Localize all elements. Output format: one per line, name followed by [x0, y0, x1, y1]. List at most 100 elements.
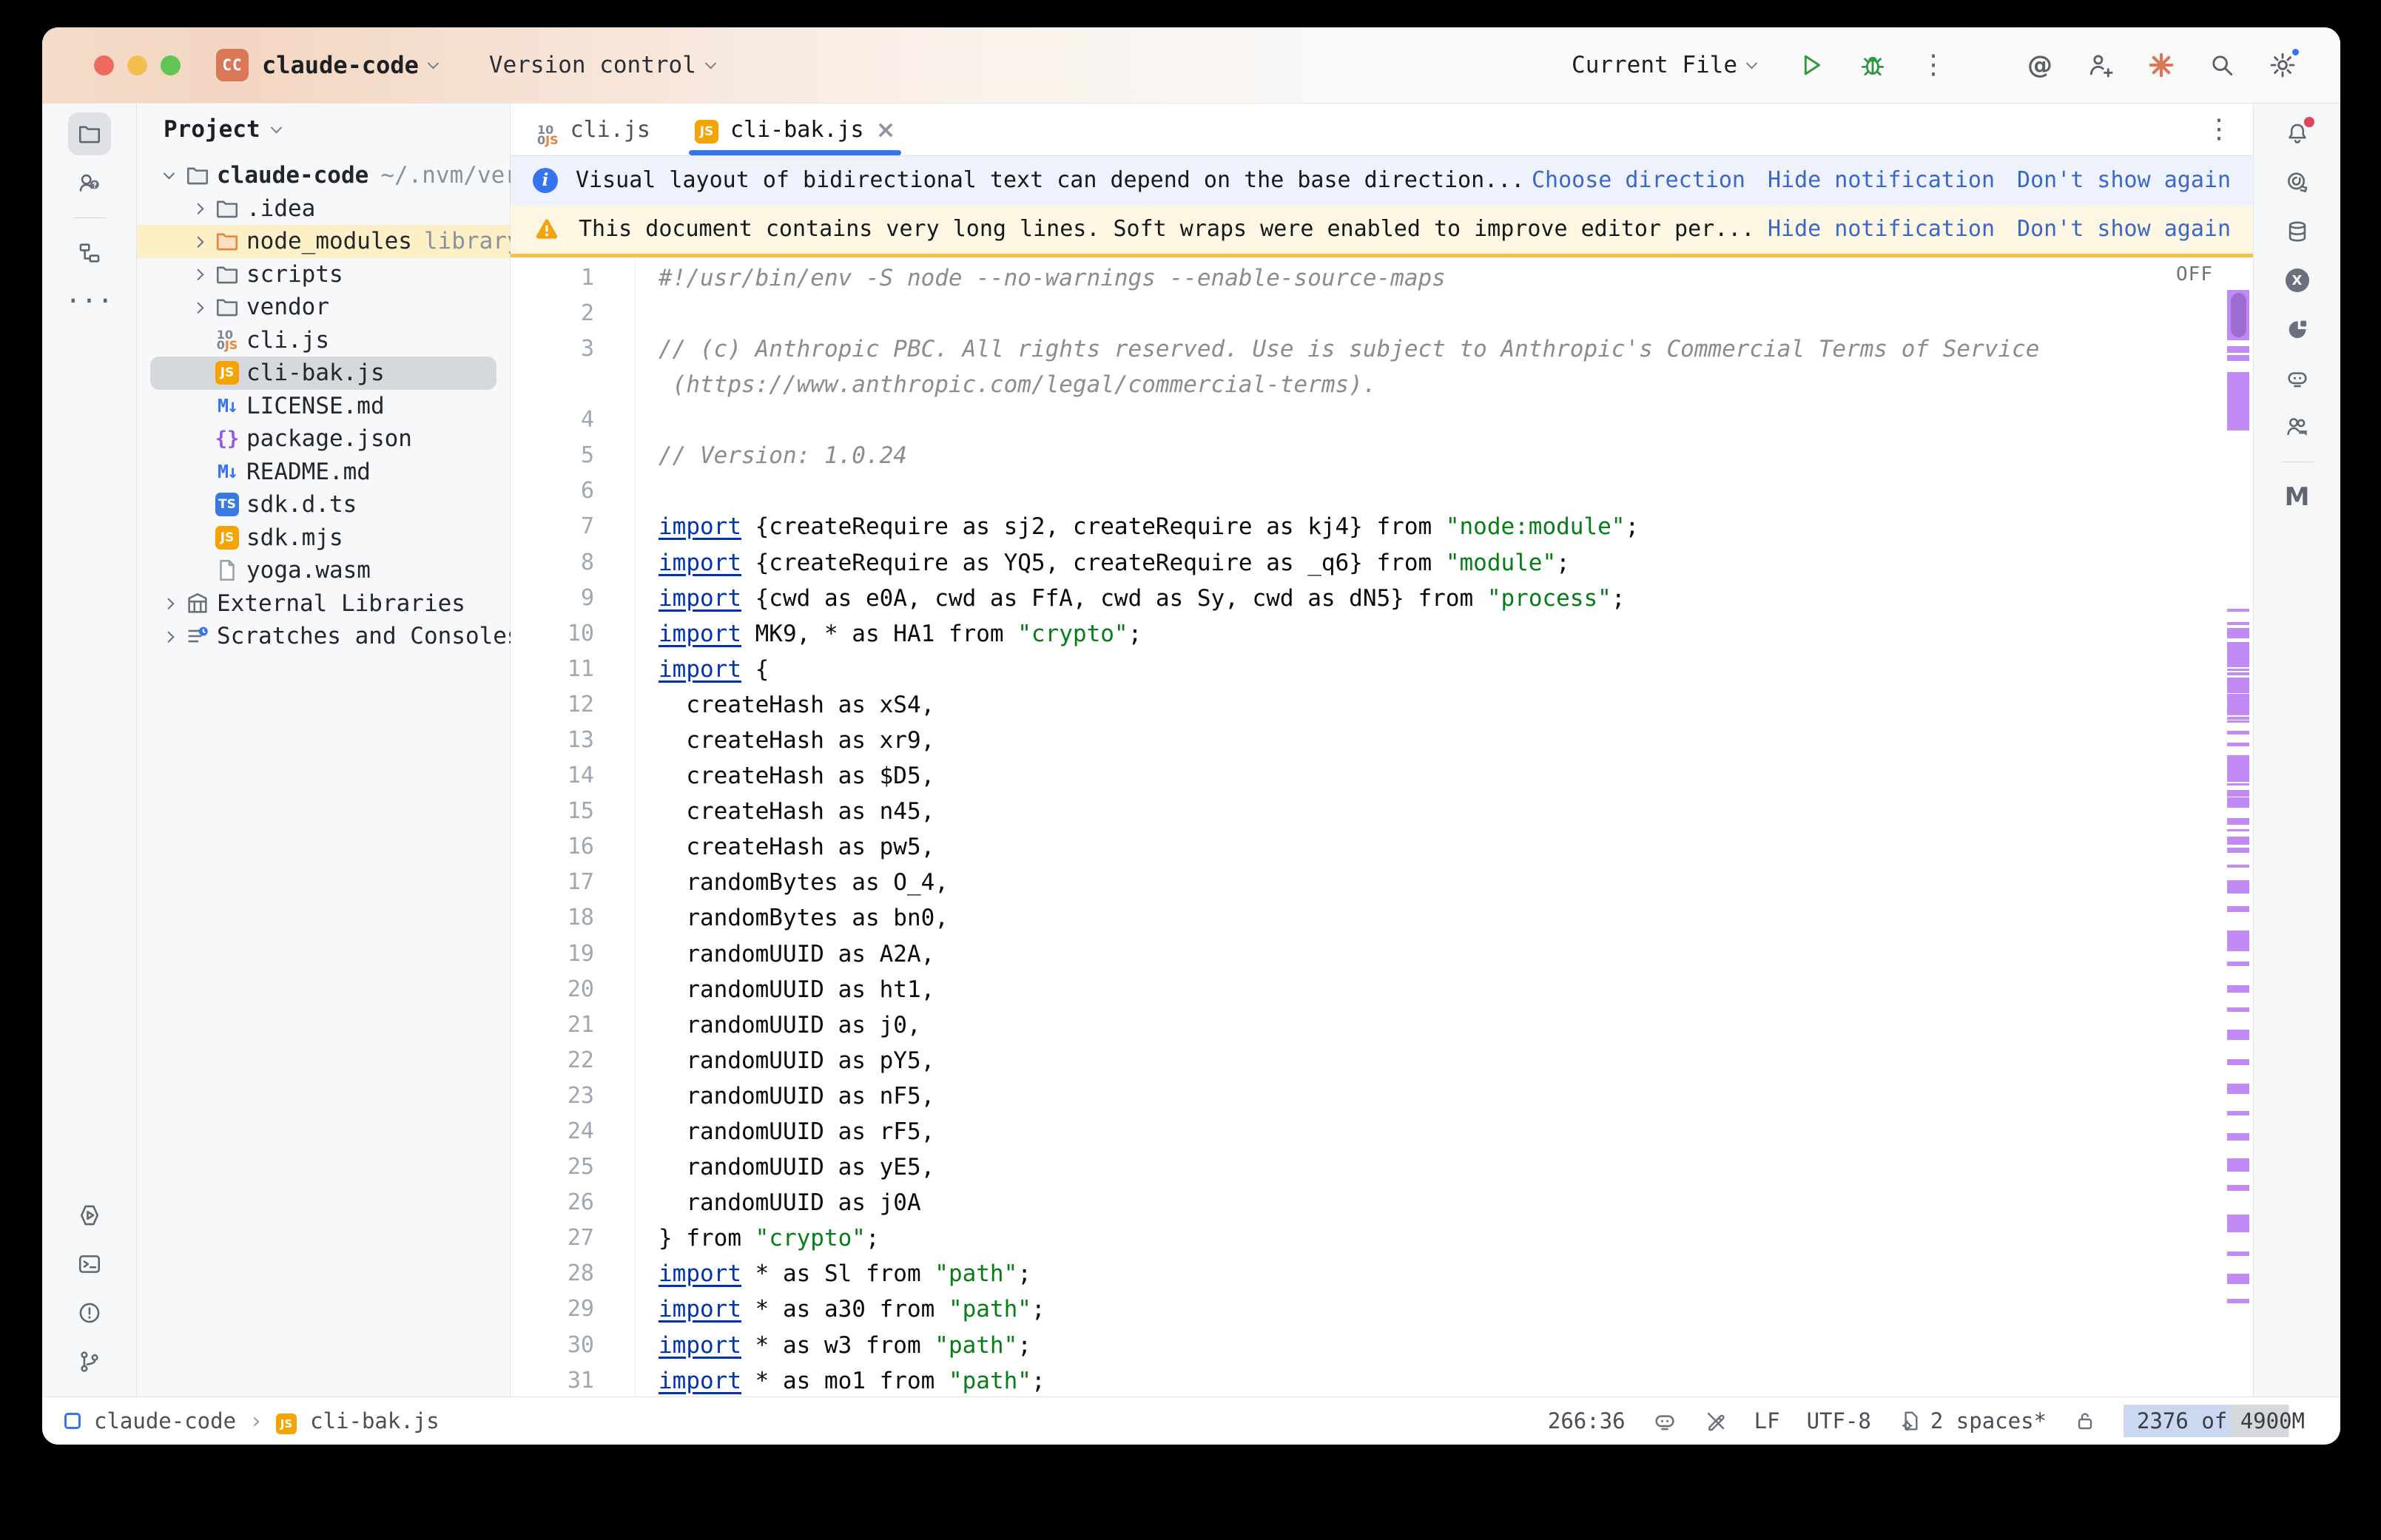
- run-button[interactable]: [1791, 44, 1833, 86]
- tree-item-scripts[interactable]: scripts: [137, 258, 510, 291]
- close-window-button[interactable]: [94, 55, 114, 75]
- tree-item-claude-code[interactable]: claude-code~/.nvm/vers: [137, 159, 510, 192]
- code-line-6[interactable]: 6: [511, 473, 2253, 509]
- caret-position[interactable]: 266:36: [1548, 1408, 1626, 1433]
- highlighting-off-icon[interactable]: [1704, 1409, 1728, 1433]
- tree-item-External Libraries[interactable]: External Libraries: [137, 587, 510, 621]
- code-line-13[interactable]: 13 createHash as xr9,: [511, 723, 2253, 758]
- zoom-window-button[interactable]: [161, 55, 181, 75]
- code-line-1[interactable]: 1#!/usr/bin/env -S node --no-warnings --…: [511, 260, 2253, 296]
- tree-item-README.md[interactable]: M↓README.md: [137, 456, 510, 489]
- tabs-more-button[interactable]: ⋮: [2206, 116, 2232, 143]
- tree-item-Scratches and Consoles[interactable]: Scratches and Consoles: [137, 620, 510, 653]
- chevron-right-icon[interactable]: [186, 270, 211, 278]
- code-line-5[interactable]: 5// Version: 1.0.24: [511, 438, 2253, 473]
- tree-item-node_modules[interactable]: node_moduleslibrary: [137, 225, 510, 258]
- project-tool-header[interactable]: Project: [137, 104, 510, 155]
- code-line-26[interactable]: 26 randomUUID as j0A: [511, 1185, 2253, 1220]
- run-tool-button[interactable]: [68, 1194, 111, 1237]
- code-line-10[interactable]: 10import MK9, * as HA1 from "crypto";: [511, 616, 2253, 652]
- dont-show-again-link[interactable]: Don't show again: [2017, 167, 2231, 193]
- more-tool-windows-tool-button[interactable]: ···: [68, 280, 111, 323]
- settings-button[interactable]: [2262, 44, 2303, 86]
- more-actions-button[interactable]: ⋮: [1913, 44, 1954, 86]
- problems-tool-button[interactable]: [68, 1291, 111, 1334]
- github-copilot-tool-button[interactable]: [2276, 357, 2319, 399]
- code-line-29[interactable]: 29import * as a30 from "path";: [511, 1291, 2253, 1327]
- ai-assistant-tool-button[interactable]: [2276, 161, 2319, 204]
- code-line-17[interactable]: 17 randomBytes as O_4,: [511, 865, 2253, 900]
- chevron-right-icon[interactable]: [156, 632, 181, 641]
- choose-direction-link[interactable]: Choose direction: [1532, 167, 1745, 193]
- code-with-me-button[interactable]: [2080, 44, 2121, 86]
- notifications-tool-button[interactable]: [2276, 112, 2319, 155]
- code-line-8[interactable]: 8import {createRequire as YQ5, createReq…: [511, 545, 2253, 581]
- tree-item-sdk.d.ts[interactable]: TSsdk.d.ts: [137, 488, 510, 521]
- code-line-14[interactable]: 14 createHash as $D5,: [511, 758, 2253, 794]
- vcs-menu[interactable]: Version control: [489, 52, 715, 78]
- copilot-status-icon[interactable]: [1652, 1408, 1677, 1433]
- hide-notification-link[interactable]: Hide notification: [1768, 167, 1995, 193]
- tree-item-package.json[interactable]: {}package.json: [137, 422, 510, 456]
- structure-tool-button[interactable]: [68, 232, 111, 274]
- scrollbar-thumb[interactable]: [2231, 293, 2246, 337]
- code-line-23[interactable]: 23 randomUUID as nF5,: [511, 1078, 2253, 1114]
- code-with-me-tool-button[interactable]: [2276, 405, 2319, 448]
- tree-item-.idea[interactable]: .idea: [137, 192, 510, 226]
- database-tool-button[interactable]: [2276, 210, 2319, 253]
- tree-item-vendor[interactable]: vendor: [137, 291, 510, 324]
- plugin-tool-button[interactable]: [2276, 308, 2319, 351]
- x-plugin-tool-button[interactable]: X: [2276, 259, 2319, 302]
- close-tab-icon[interactable]: ×: [876, 115, 896, 143]
- code-line-4[interactable]: 4: [511, 402, 2253, 438]
- claude-icon[interactable]: [2141, 44, 2182, 86]
- chevron-right-icon[interactable]: [186, 303, 211, 311]
- memory-indicator[interactable]: 2376 of 4900M: [2124, 1405, 2318, 1437]
- tab-cli-bak.js[interactable]: JScli-bak.js×: [673, 104, 917, 155]
- commit-tool-button[interactable]: [68, 161, 111, 204]
- code-line-25[interactable]: 25 randomUUID as yE5,: [511, 1149, 2253, 1185]
- code-line-18[interactable]: 18 randomBytes as bn0,: [511, 900, 2253, 936]
- encoding[interactable]: UTF-8: [1807, 1408, 1871, 1433]
- tree-item-LICENSE.md[interactable]: M↓LICENSE.md: [137, 390, 510, 423]
- code-line-3[interactable]: 3// (c) Anthropic PBC. All rights reserv…: [511, 331, 2253, 367]
- chevron-down-icon[interactable]: [156, 172, 181, 180]
- code-line-20[interactable]: 20 randomUUID as ht1,: [511, 972, 2253, 1007]
- code-line-2[interactable]: 2: [511, 296, 2253, 331]
- project-icon[interactable]: CC: [216, 49, 249, 81]
- code-line-12[interactable]: 12 createHash as xS4,: [511, 687, 2253, 723]
- editor-scrollbar[interactable]: [2225, 257, 2253, 1397]
- search-everywhere-button[interactable]: [2201, 44, 2243, 86]
- chevron-right-icon[interactable]: [186, 237, 211, 246]
- line-ending[interactable]: LF: [1754, 1408, 1780, 1433]
- code-line-9[interactable]: 9import {cwd as e0A, cwd as FfA, cwd as …: [511, 581, 2253, 616]
- highlighting-level-badge[interactable]: OFF: [2176, 263, 2213, 286]
- project-tool-button[interactable]: [68, 112, 111, 155]
- code-line-30[interactable]: 30import * as w3 from "path";: [511, 1328, 2253, 1363]
- code-line-21[interactable]: 21 randomUUID as j0,: [511, 1007, 2253, 1043]
- tab-cli.js[interactable]: 100JScli.js: [515, 104, 673, 155]
- breadcrumb-project[interactable]: claude-code: [94, 1408, 236, 1433]
- ai-assistant-button[interactable]: @: [2019, 44, 2061, 86]
- code-line-19[interactable]: 19 randomUUID as A2A,: [511, 936, 2253, 972]
- indent-setting[interactable]: 2 spaces*: [1898, 1408, 2047, 1433]
- run-config-selector[interactable]: Current File: [1572, 52, 1756, 78]
- tree-item-yoga.wasm[interactable]: yoga.wasm: [137, 554, 510, 587]
- code-editor[interactable]: OFF 1#!/usr/bin/env -S node --no-warning…: [511, 257, 2253, 1397]
- tree-item-sdk.mjs[interactable]: JSsdk.mjs: [137, 521, 510, 555]
- hide-notification-link[interactable]: Hide notification: [1768, 216, 1995, 242]
- code-line-11[interactable]: 11import {: [511, 652, 2253, 687]
- code-line-31[interactable]: 31import * as mo1 from "path";: [511, 1363, 2253, 1397]
- tree-item-cli.js[interactable]: 100JScli.js: [137, 324, 510, 357]
- code-line-16[interactable]: 16 createHash as pw5,: [511, 829, 2253, 865]
- minimize-window-button[interactable]: [127, 55, 147, 75]
- code-line-wrap[interactable]: (https://www.anthropic.com/legal/commerc…: [511, 367, 2253, 402]
- terminal-tool-button[interactable]: [68, 1243, 111, 1286]
- chevron-right-icon[interactable]: [156, 599, 181, 607]
- code-line-27[interactable]: 27} from "crypto";: [511, 1220, 2253, 1256]
- project-selector[interactable]: claude-code: [262, 51, 437, 79]
- version-control-tool-button[interactable]: [68, 1340, 111, 1383]
- tree-item-cli-bak.js[interactable]: JScli-bak.js: [137, 357, 510, 390]
- code-line-28[interactable]: 28import * as Sl from "path";: [511, 1256, 2253, 1291]
- code-line-15[interactable]: 15 createHash as n45,: [511, 794, 2253, 829]
